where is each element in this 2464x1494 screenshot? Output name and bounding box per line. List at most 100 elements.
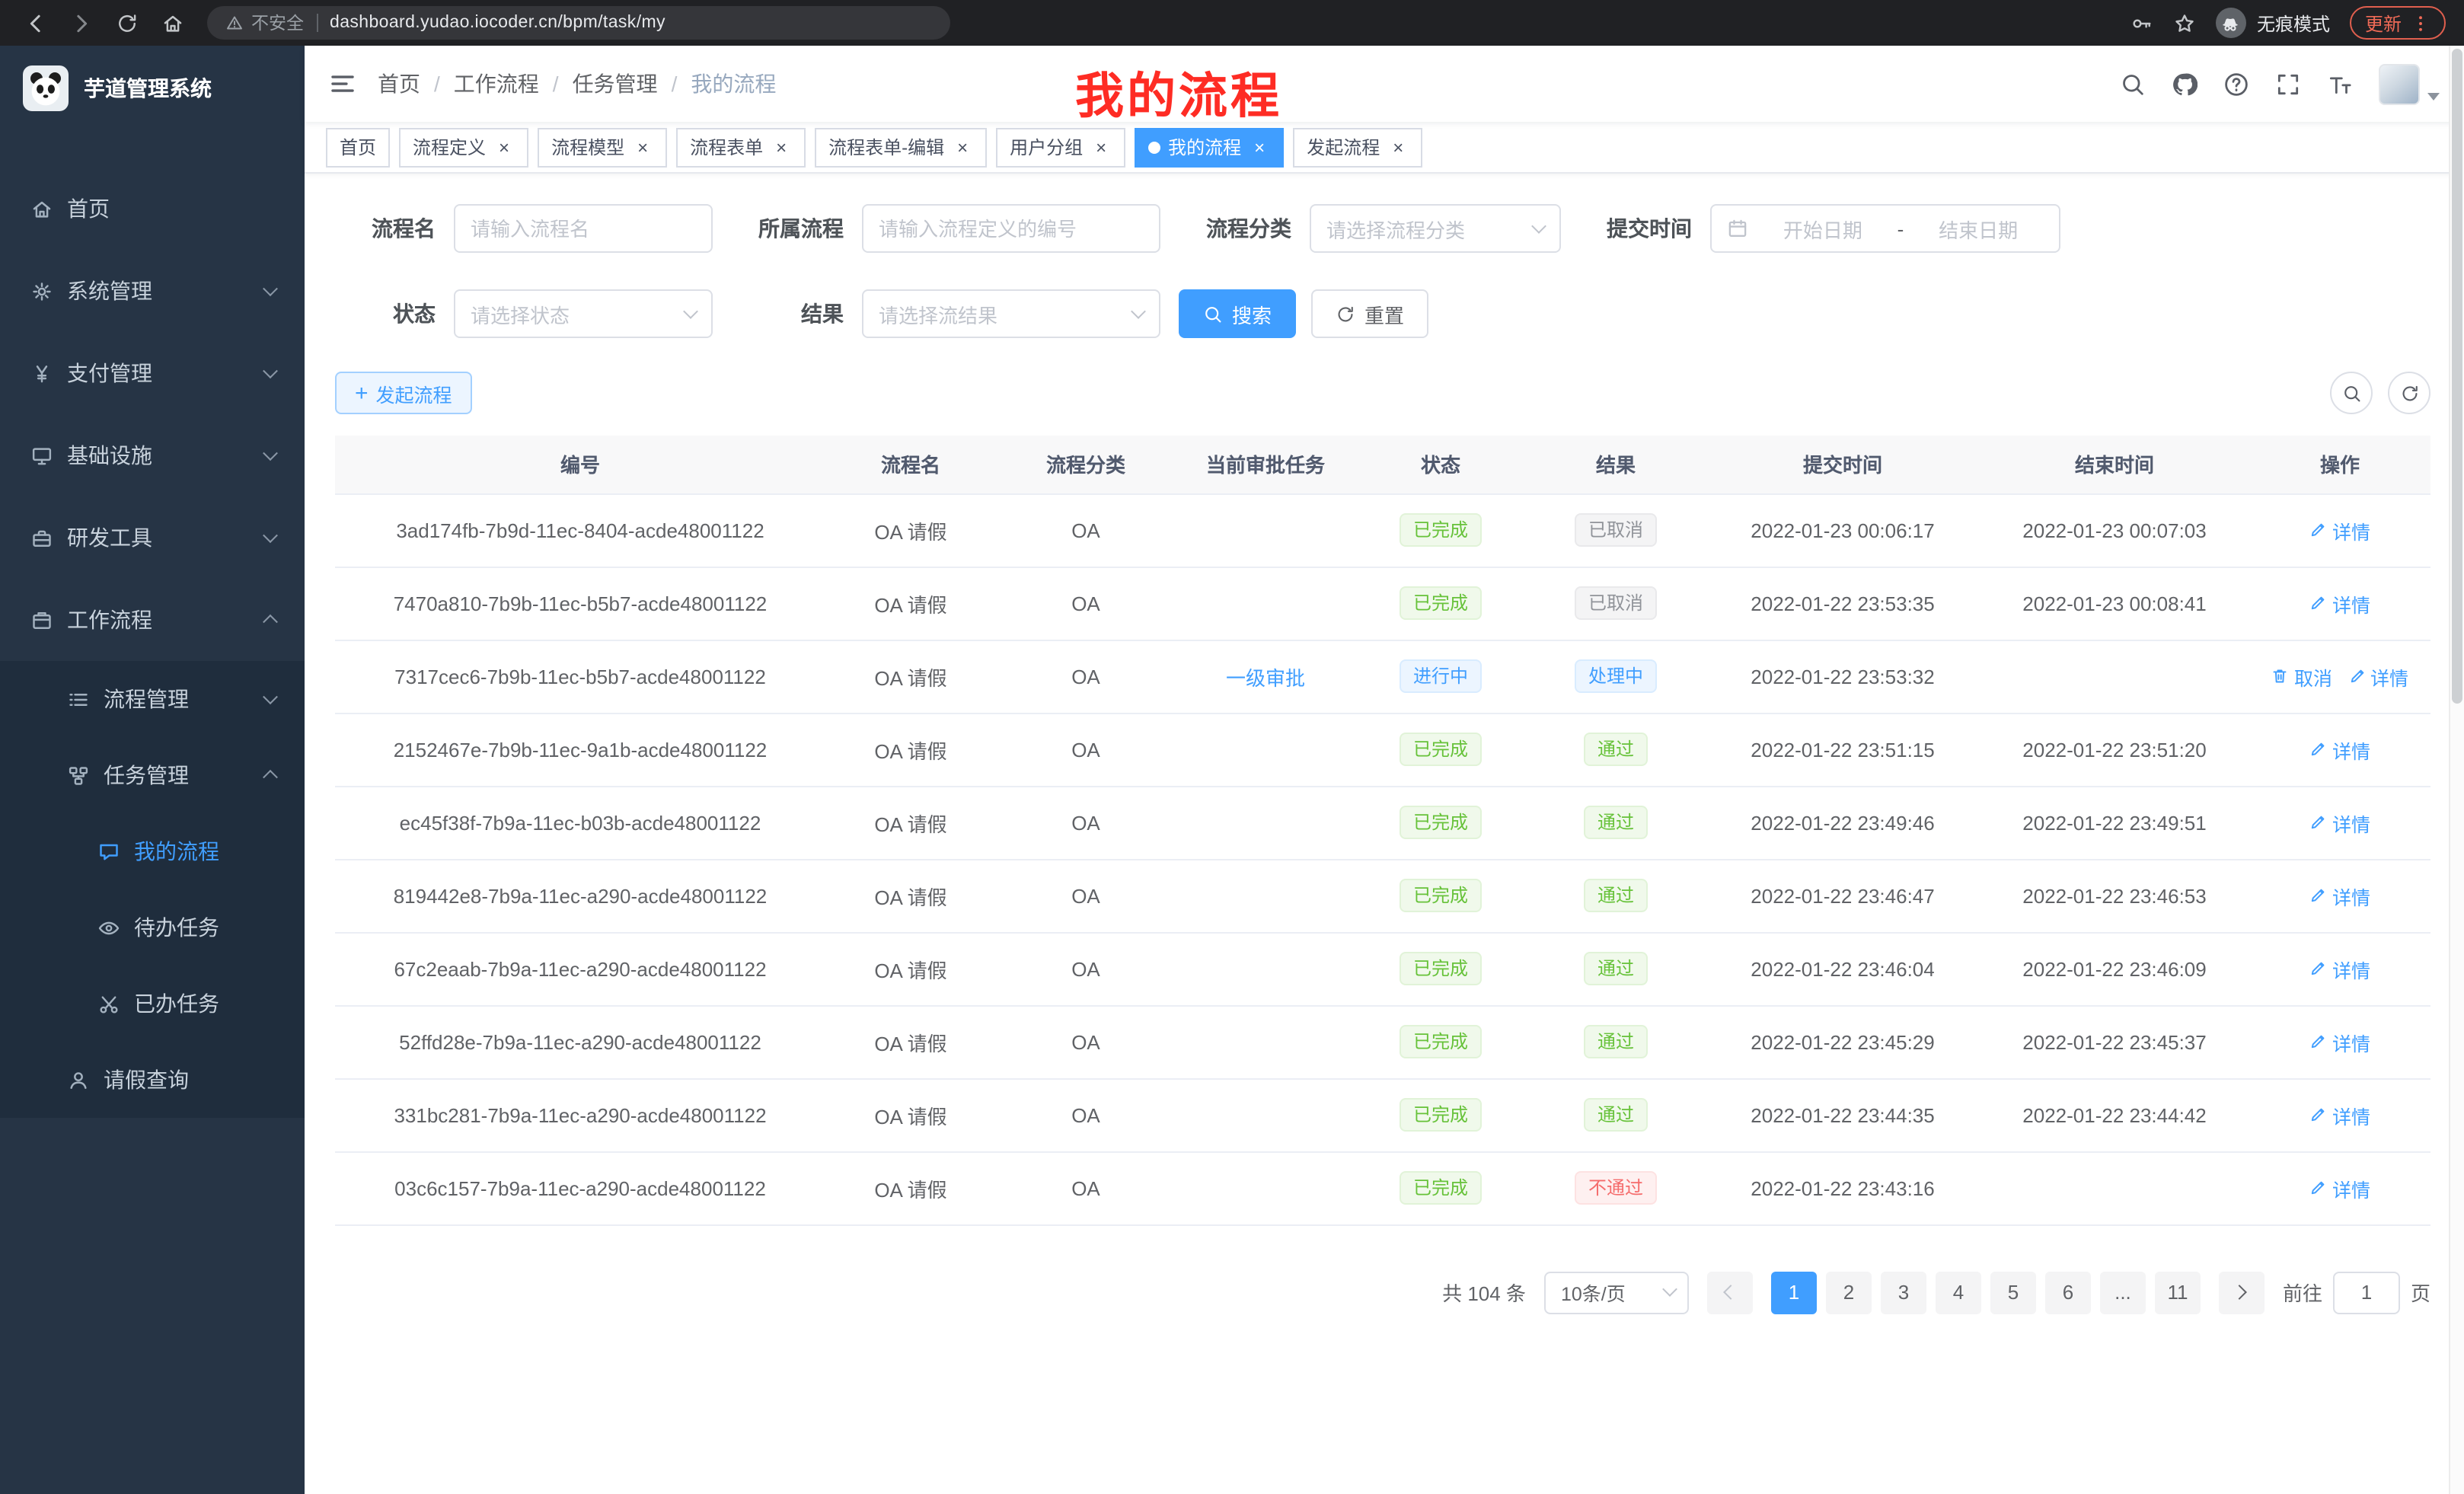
help-icon[interactable]: [2223, 71, 2249, 97]
breadcrumb-item[interactable]: 工作流程: [454, 69, 539, 99]
action-label: 详情: [2332, 881, 2370, 910]
tab-label: 流程模型: [551, 134, 624, 160]
user-menu[interactable]: [2379, 63, 2440, 104]
status-label: 状态: [335, 298, 436, 329]
page-size-select[interactable]: 10条/页: [1544, 1271, 1689, 1314]
browser-forward-button[interactable]: [62, 5, 99, 41]
page-button-1[interactable]: 1: [1771, 1271, 1817, 1314]
search-icon[interactable]: [2120, 71, 2146, 97]
browser-update-button[interactable]: 更新: [2350, 6, 2446, 40]
security-warning[interactable]: 不安全: [225, 11, 304, 35]
current-task-link[interactable]: 一级审批: [1226, 666, 1305, 689]
page-scrollbar[interactable]: [2449, 46, 2464, 1494]
breadcrumb-item[interactable]: 首页: [378, 69, 420, 99]
address-bar[interactable]: 不安全 dashboard.yudao.iocoder.cn/bpm/task/…: [207, 6, 950, 40]
reset-button-label: 重置: [1364, 299, 1404, 328]
detail-link[interactable]: 详情: [2309, 954, 2370, 983]
show-search-button[interactable]: [2330, 372, 2373, 414]
refresh-table-button[interactable]: [2388, 372, 2430, 414]
detail-link[interactable]: 详情: [2309, 1100, 2370, 1129]
next-page-button[interactable]: [2219, 1271, 2265, 1314]
github-icon[interactable]: [2172, 71, 2197, 97]
logo[interactable]: 芋道管理系统: [0, 46, 305, 131]
reset-button[interactable]: 重置: [1311, 289, 1428, 338]
close-icon[interactable]: ×: [771, 136, 792, 158]
sidebar-item-process-manage[interactable]: 流程管理: [0, 661, 305, 737]
status-badge: 已完成: [1400, 1171, 1482, 1205]
sidebar-item-workflow[interactable]: 工作流程: [0, 579, 305, 661]
fullscreen-icon[interactable]: [2275, 71, 2301, 97]
prev-page-button[interactable]: [1707, 1271, 1753, 1314]
page-button-11[interactable]: 11: [2155, 1271, 2201, 1314]
sidebar-item-todo-task[interactable]: 待办任务: [0, 889, 305, 966]
key-icon: [2130, 11, 2153, 34]
close-icon[interactable]: ×: [493, 136, 515, 158]
scrollbar-thumb[interactable]: [2452, 49, 2462, 704]
flow-icon: [67, 764, 90, 787]
cancel-link[interactable]: 取消: [2271, 662, 2332, 691]
search-button[interactable]: 搜索: [1179, 289, 1296, 338]
font-size-icon[interactable]: [2327, 71, 2353, 97]
result-select[interactable]: 请选择流结果: [862, 289, 1160, 338]
cell-category: OA: [996, 567, 1176, 640]
breadcrumb-item[interactable]: 任务管理: [573, 69, 658, 99]
list-icon: [67, 688, 90, 710]
sidebar-item-leave-query[interactable]: 请假查询: [0, 1042, 305, 1118]
detail-link[interactable]: 详情: [2348, 662, 2408, 691]
close-icon[interactable]: ×: [1249, 136, 1270, 158]
status-select[interactable]: 请选择状态: [454, 289, 713, 338]
tab-process-model[interactable]: 流程模型 ×: [538, 127, 667, 167]
browser-reload-button[interactable]: [108, 5, 145, 41]
page-buttons: 123456...11: [1771, 1271, 2201, 1314]
breadcrumb-separator: /: [434, 72, 440, 96]
sidebar-item-task-manage[interactable]: 任务管理: [0, 737, 305, 813]
detail-link[interactable]: 详情: [2309, 589, 2370, 618]
bookmark-star-icon[interactable]: [2173, 11, 2196, 34]
hamburger-button[interactable]: [329, 70, 356, 97]
page-button-6[interactable]: 6: [2045, 1271, 2091, 1314]
tab-create-process[interactable]: 发起流程×: [1293, 127, 1422, 167]
goto-page-input[interactable]: [2333, 1271, 2400, 1314]
sidebar-item-system[interactable]: 系统管理: [0, 250, 305, 332]
tab-my-process[interactable]: 我的流程×: [1135, 127, 1284, 167]
page-button-4[interactable]: 4: [1936, 1271, 1981, 1314]
sidebar-item-my-process[interactable]: 我的流程: [0, 813, 305, 889]
detail-link[interactable]: 详情: [2309, 1173, 2370, 1202]
create-process-button[interactable]: + 发起流程: [335, 372, 472, 414]
category-select[interactable]: 请选择流程分类: [1310, 204, 1561, 253]
detail-link[interactable]: 详情: [2309, 881, 2370, 910]
process-name-input[interactable]: [471, 217, 696, 240]
page-button-2[interactable]: 2: [1826, 1271, 1872, 1314]
tab-process-form-edit[interactable]: 流程表单-编辑×: [815, 127, 987, 167]
more-pages-button[interactable]: ...: [2100, 1271, 2146, 1314]
submit-time-range-picker[interactable]: 开始日期 - 结束日期: [1710, 204, 2060, 253]
sidebar-item-home[interactable]: 首页: [0, 168, 305, 250]
close-icon[interactable]: ×: [1387, 136, 1409, 158]
page-button-5[interactable]: 5: [1990, 1271, 2036, 1314]
process-definition-input[interactable]: [879, 217, 1144, 240]
close-icon[interactable]: ×: [632, 136, 653, 158]
password-key-icon[interactable]: [2130, 11, 2153, 34]
close-icon[interactable]: ×: [1090, 136, 1112, 158]
sidebar-item-label: 已办任务: [134, 988, 219, 1019]
tab-process-definition[interactable]: 流程定义×: [399, 127, 528, 167]
sidebar-item-done-task[interactable]: 已办任务: [0, 966, 305, 1042]
action-label: 详情: [2370, 662, 2408, 691]
detail-link[interactable]: 详情: [2309, 735, 2370, 764]
sidebar-item-payment[interactable]: 支付管理: [0, 332, 305, 414]
browser-home-button[interactable]: [154, 5, 190, 41]
cell-category: OA: [996, 932, 1176, 1005]
cell-actions: 详情: [2249, 567, 2430, 640]
detail-link[interactable]: 详情: [2309, 1027, 2370, 1056]
tab-home[interactable]: 首页: [326, 127, 390, 167]
detail-link[interactable]: 详情: [2309, 516, 2370, 544]
close-icon[interactable]: ×: [952, 136, 973, 158]
detail-link[interactable]: 详情: [2309, 808, 2370, 837]
sidebar-item-devtools[interactable]: 研发工具: [0, 496, 305, 579]
sidebar-item-infrastructure[interactable]: 基础设施: [0, 414, 305, 496]
tab-process-form[interactable]: 流程表单×: [676, 127, 806, 167]
cell-status: 已完成: [1355, 859, 1526, 932]
tab-user-group[interactable]: 用户分组×: [996, 127, 1125, 167]
browser-back-button[interactable]: [17, 5, 53, 41]
page-button-3[interactable]: 3: [1881, 1271, 1926, 1314]
